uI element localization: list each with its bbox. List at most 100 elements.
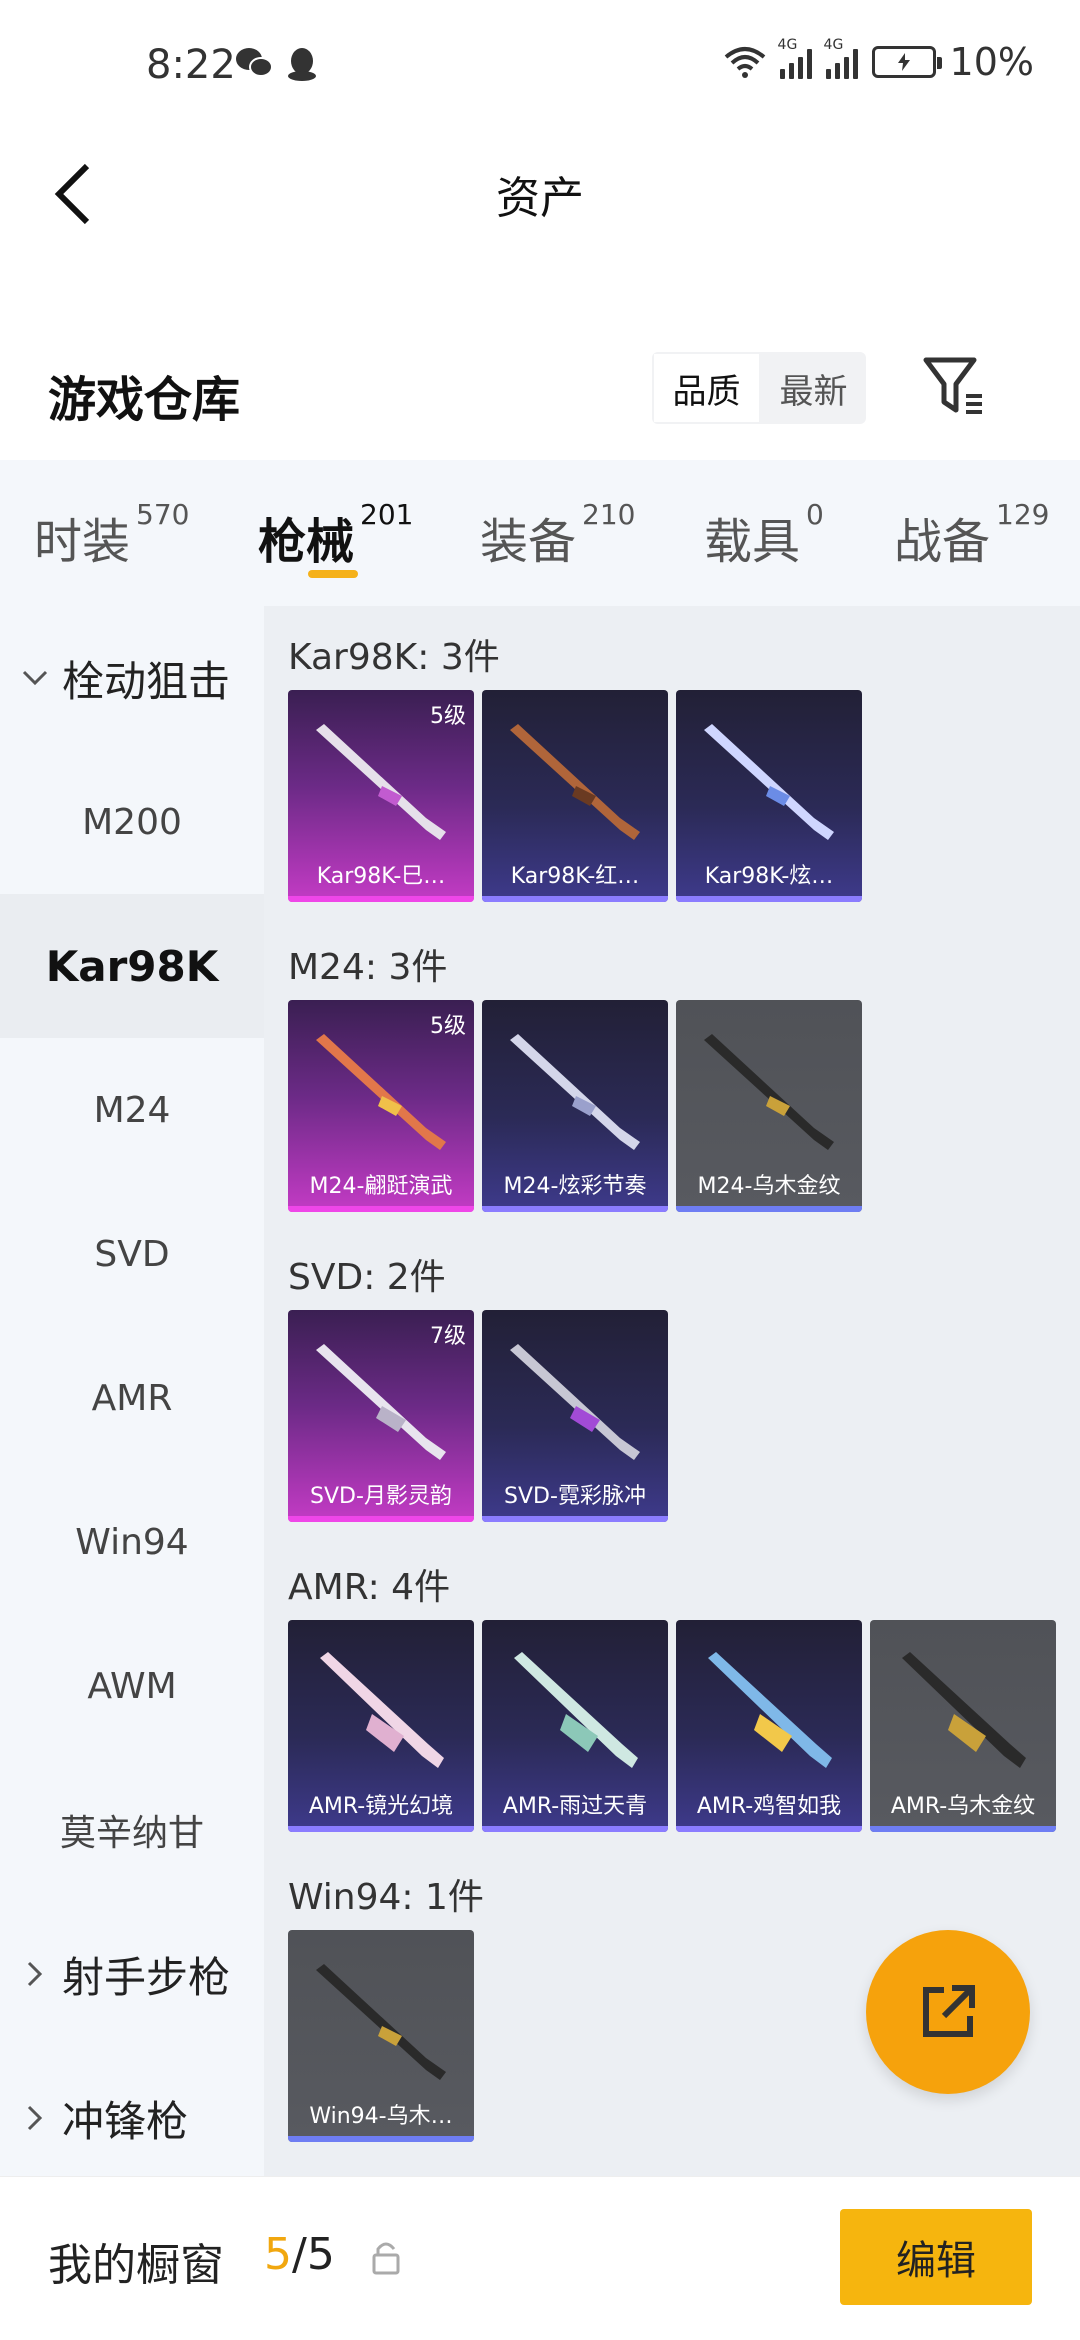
sort-option-latest[interactable]: 最新 [761,352,866,424]
status-app-icons [234,46,318,82]
rarity-bar [676,1826,862,1832]
rarity-bar [676,1206,862,1212]
rifle-icon [704,1034,834,1150]
rifle-icon [316,1034,446,1150]
tab-fashion[interactable]: 时装 570 [34,498,189,572]
weapon-card[interactable]: 7级 SVD-月影灵韵 [288,1310,474,1522]
rarity-bar [676,896,862,902]
weapon-card[interactable]: M24-炫彩节奏 [482,1000,668,1212]
rarity-bar [288,2136,474,2142]
network-label-1: 4G [777,37,798,53]
weapon-card[interactable]: Kar98K-炫… [676,690,862,902]
edit-button[interactable]: 编辑 [840,2209,1032,2305]
sidebar-group-label: 栓动狙击 [62,656,231,706]
status-bar: 8:22 4G 4G 10% [0,0,1080,130]
rifle-icon [316,1964,446,2080]
warehouse-row: 游戏仓库 品质 最新 [0,330,1080,460]
sidebar-item-svd[interactable]: SVD [0,1182,264,1326]
signal-icon-1: 4G [778,37,812,79]
weapon-card[interactable]: M24-乌木金纹 [676,1000,862,1212]
tab-equipment[interactable]: 装备 210 [480,498,635,572]
rarity-bar [482,1826,668,1832]
tab-count: 201 [360,498,414,531]
rifle-icon [510,1344,640,1460]
weapon-name: AMR-鸡智如我 [696,1794,842,1819]
share-icon [923,1985,975,2037]
sidebar-item-mosin[interactable]: 莫辛纳甘 [0,1758,264,1902]
weapon-card[interactable]: SVD-霓彩脉冲 [482,1310,668,1522]
showcase-current: 5 [264,2229,292,2280]
active-tab-indicator [308,570,358,578]
sidebar-group-dmr[interactable]: 射手步枪 [0,1902,264,2046]
showcase-count: 5/5 [264,2229,335,2280]
tab-count: 210 [582,498,636,531]
weapon-card[interactable]: Win94-乌木… [288,1930,474,2142]
share-button[interactable] [866,1930,1030,2094]
rifle-icon [902,1652,1026,1768]
wifi-icon [724,47,765,78]
status-indicators: 4G 4G 10% [724,37,1034,84]
signal-icon-2: 4G [824,37,858,79]
tab-label: 战备 [894,514,991,570]
sidebar-group-label: 射手步枪 [62,1952,231,2002]
battery-icon [871,46,942,78]
sidebar-item-kar98k[interactable]: Kar98K [0,894,264,1038]
wechat-icon [236,48,273,77]
weapon-name: AMR-雨过天青 [502,1794,648,1819]
sidebar-item-amr[interactable]: AMR [0,1326,264,1470]
level-badge: 7级 [430,1324,466,1349]
tab-firearms[interactable]: 枪械 201 [258,498,413,572]
filter-button[interactable] [920,352,990,422]
lock-icon [372,2242,400,2275]
weapon-card[interactable]: AMR-镜光幻境 [288,1620,474,1832]
rifle-icon [510,724,640,840]
rarity-bar [288,1516,474,1522]
weapon-name: AMR-镜光幻境 [308,1794,454,1819]
tab-label: 时装 [34,514,131,570]
sidebar-group-smg[interactable]: 冲锋枪 [0,2046,264,2190]
chevron-down-icon [20,670,50,686]
sidebar-item-m24[interactable]: M24 [0,1038,264,1182]
sidebar-item-win94[interactable]: Win94 [0,1470,264,1614]
sidebar-group-bolt-action[interactable]: 栓动狙击 [0,606,264,750]
header: 资产 [0,130,1080,260]
showcase-total: 5 [306,2229,335,2280]
sort-option-quality[interactable]: 品质 [652,352,761,424]
weapon-card[interactable]: AMR-乌木金纹 [870,1620,1056,1832]
rifle-icon [320,1652,444,1768]
tab-supplies[interactable]: 战备 129 [894,498,1049,572]
rarity-bar [870,1826,1056,1832]
level-badge: 5级 [430,1014,466,1039]
tab-vehicles[interactable]: 载具 0 [704,498,824,572]
status-time: 8:22 [146,42,236,88]
tab-label: 装备 [480,514,577,570]
weapon-name: M24-炫彩节奏 [503,1174,647,1199]
tab-count: 0 [806,498,824,531]
showcase-separator: / [292,2229,307,2280]
weapon-name: SVD-月影灵韵 [310,1484,452,1509]
weapon-name: Win94-乌木… [309,2104,453,2129]
section-title-m24: M24: 3件 [288,947,448,988]
section-title-svd: SVD: 2件 [288,1257,446,1298]
weapon-card[interactable]: AMR-雨过天青 [482,1620,668,1832]
chevron-right-icon [20,2105,50,2131]
weapon-card[interactable]: Kar98K-红… [482,690,668,902]
weapon-name: M24-翩跹演武 [309,1174,453,1199]
weapon-card[interactable]: AMR-鸡智如我 [676,1620,862,1832]
page-title: 资产 [496,173,584,224]
rarity-bar [288,896,474,902]
category-tabs: 时装 570 枪械 201 装备 210 载具 0 战备 129 [0,460,1080,606]
rifle-icon [510,1034,640,1150]
tab-count: 570 [136,498,190,531]
section-title-kar98k: Kar98K: 3件 [288,637,500,678]
weapon-card[interactable]: 5级 Kar98K-巳… [288,690,474,902]
level-badge: 5级 [430,704,466,729]
weapon-name: SVD-霓彩脉冲 [504,1484,646,1509]
weapon-card[interactable]: 5级 M24-翩跹演武 [288,1000,474,1212]
rifle-icon [316,1344,446,1460]
warehouse-title: 游戏仓库 [48,372,241,428]
sidebar-item-awm[interactable]: AWM [0,1614,264,1758]
sort-toggle: 品质 最新 [652,352,866,424]
sidebar-item-m200[interactable]: M200 [0,750,264,894]
rifle-icon [704,724,834,840]
